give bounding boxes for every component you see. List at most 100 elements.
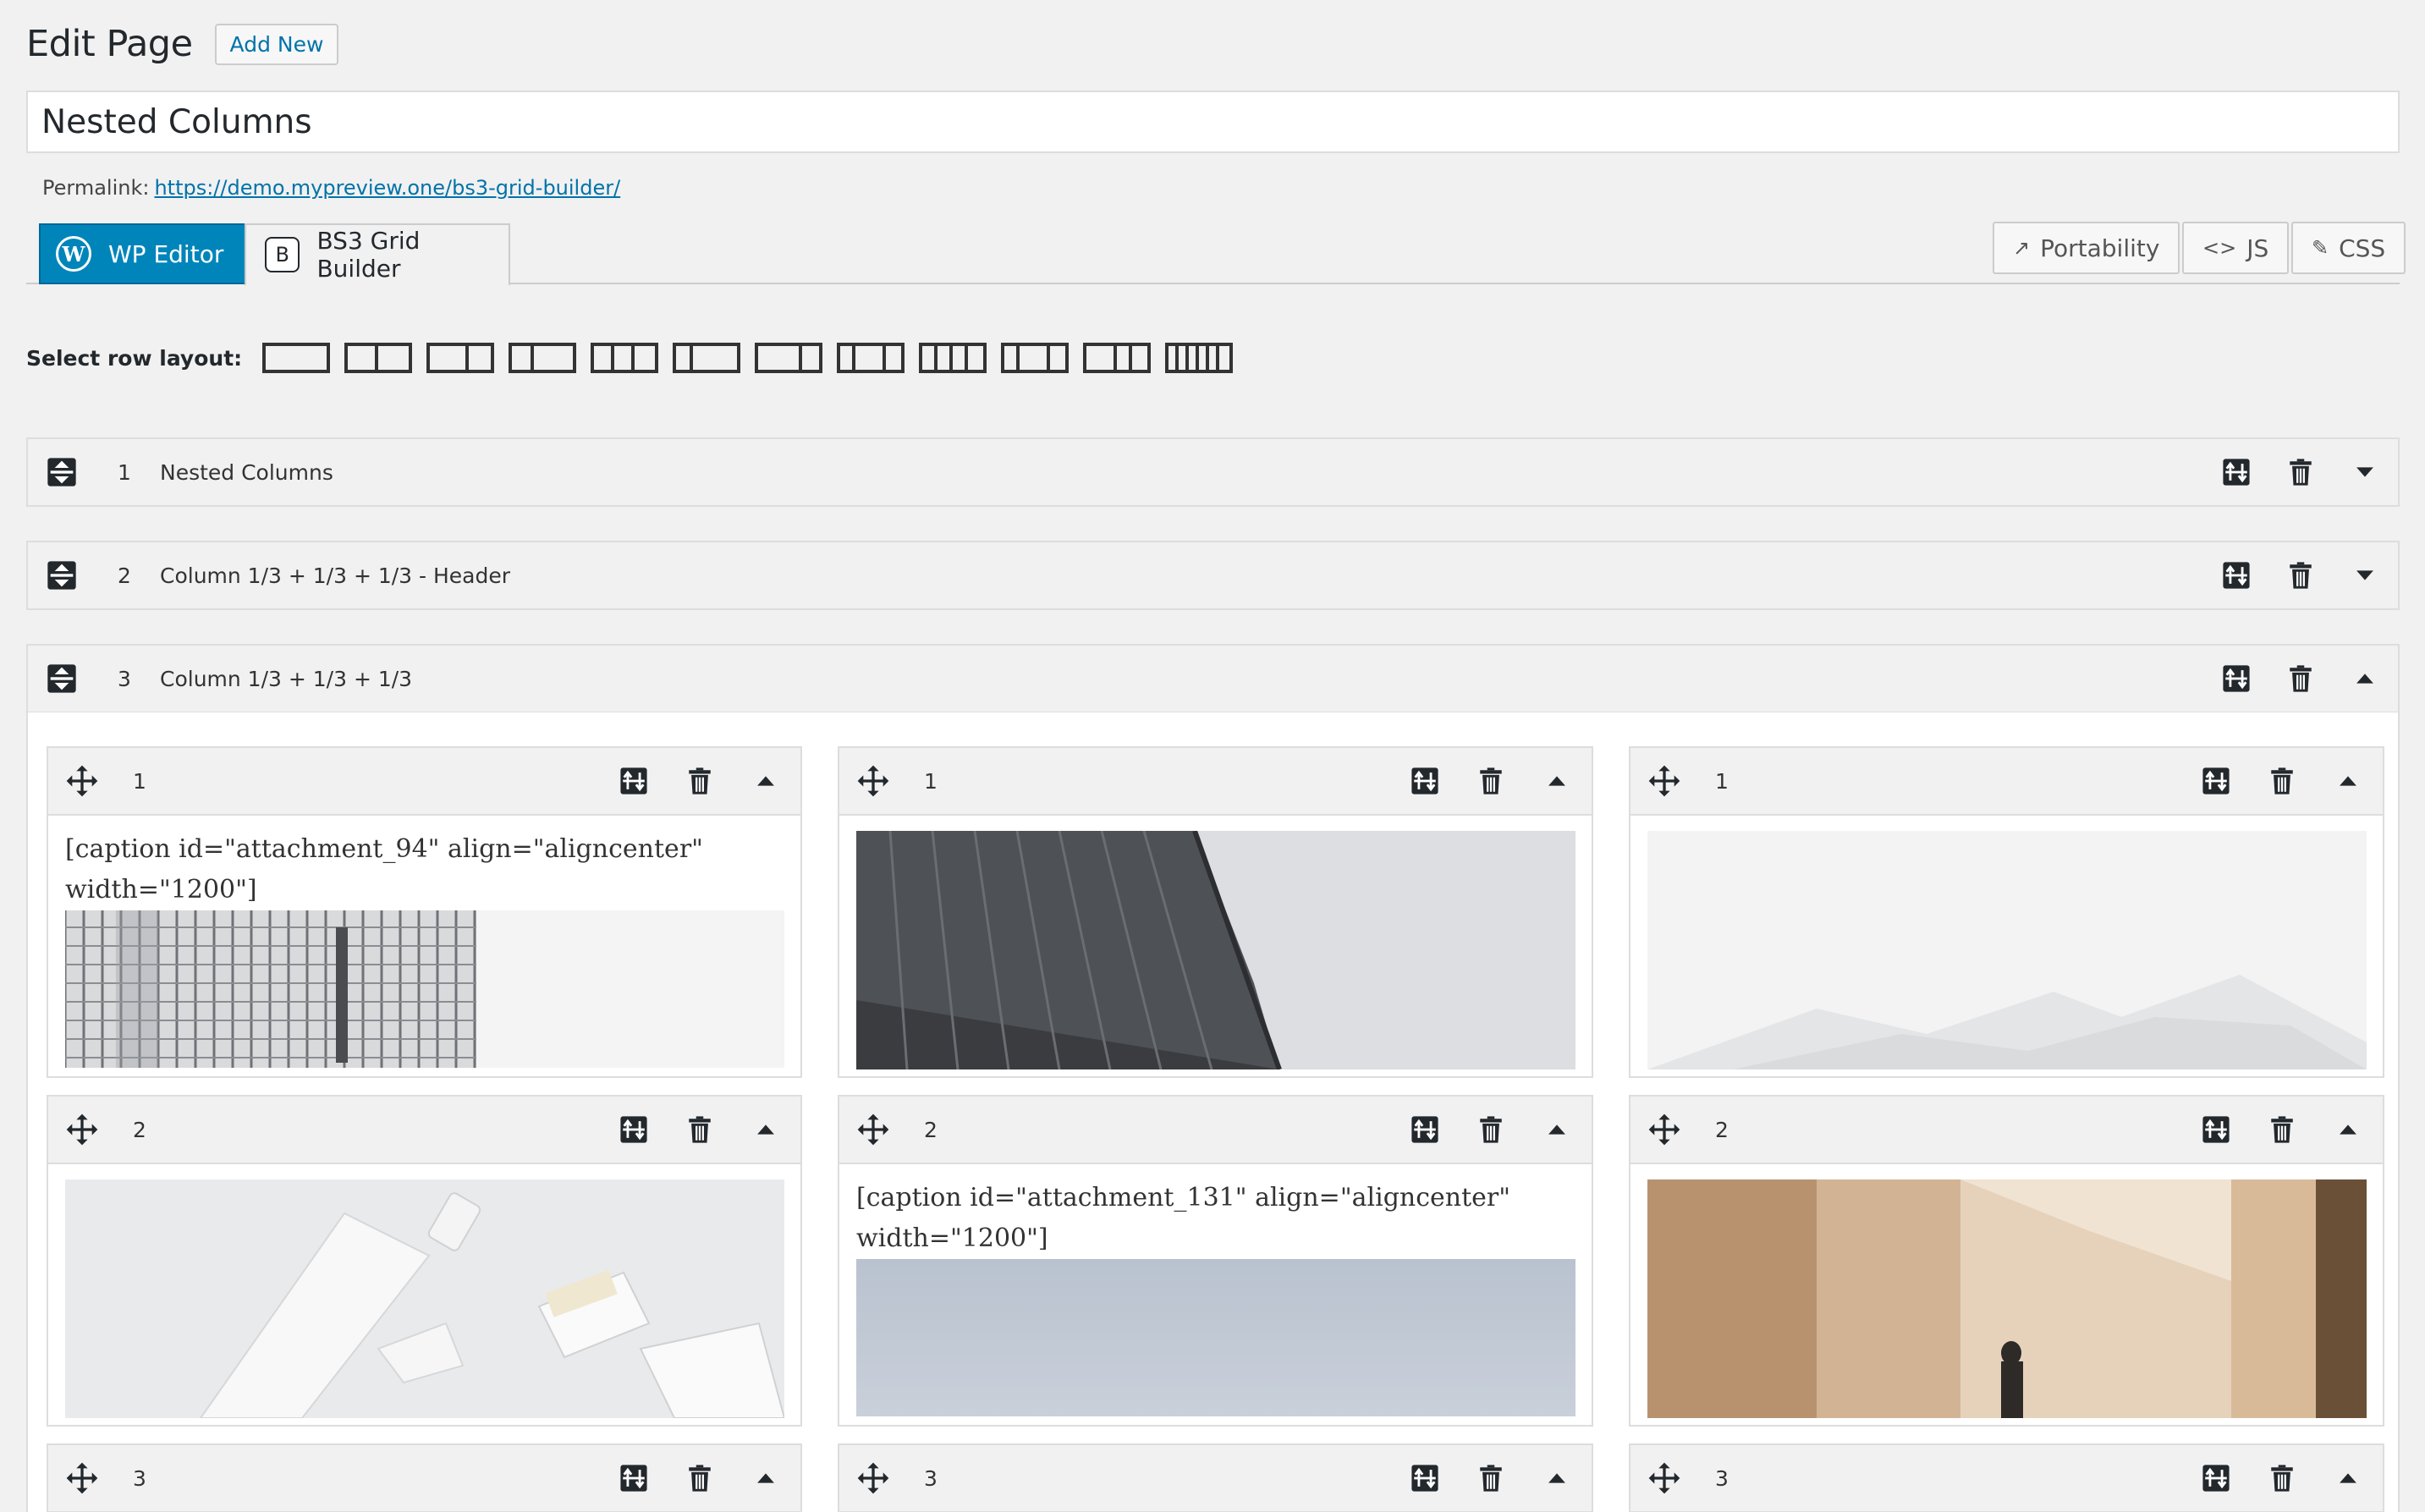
row-drag-icon[interactable]: [45, 662, 79, 696]
layout-option-3[interactable]: [426, 343, 495, 373]
move-icon[interactable]: [856, 764, 890, 798]
portability-button[interactable]: ↗ Portability: [1993, 222, 2180, 274]
column-content[interactable]: [839, 816, 1592, 1069]
layout-option-6[interactable]: [673, 343, 741, 373]
column-header: 2: [839, 1097, 1592, 1164]
move-icon[interactable]: [1647, 1113, 1681, 1146]
layout-option-11[interactable]: [1083, 343, 1152, 373]
permalink-link[interactable]: https://demo.mypreview.one/bs3-grid-buil…: [154, 176, 620, 200]
row-actions: [2186, 646, 2379, 712]
move-icon[interactable]: [856, 1113, 890, 1146]
column-content[interactable]: [1630, 1164, 2383, 1418]
settings-icon[interactable]: [619, 767, 648, 795]
interior-columns-image: [1647, 1179, 2367, 1418]
trash-icon[interactable]: [1476, 767, 1505, 795]
settings-icon[interactable]: [619, 1115, 648, 1144]
layout-option-1[interactable]: [262, 343, 331, 373]
settings-icon[interactable]: [619, 1464, 648, 1493]
trash-icon[interactable]: [1476, 1464, 1505, 1493]
trash-icon[interactable]: [685, 767, 714, 795]
column-header: 2: [48, 1097, 800, 1164]
move-icon[interactable]: [65, 1113, 99, 1146]
layout-option-12[interactable]: [1165, 343, 1234, 373]
settings-icon[interactable]: [2222, 664, 2251, 693]
chevron-up-icon[interactable]: [751, 1464, 780, 1493]
trash-icon[interactable]: [2286, 458, 2315, 487]
layout-option-8[interactable]: [837, 343, 905, 373]
column-actions: [2164, 1445, 2362, 1511]
tab-bs3-grid-builder[interactable]: B BS3 Grid Builder: [245, 223, 510, 286]
settings-icon[interactable]: [2202, 1464, 2230, 1493]
trash-icon[interactable]: [2286, 664, 2315, 693]
settings-icon[interactable]: [2222, 458, 2251, 487]
chevron-up-icon[interactable]: [2334, 1115, 2362, 1144]
column-number: 1: [133, 768, 146, 794]
row-layout-selector: Select row layout:: [26, 343, 1247, 373]
settings-icon[interactable]: [1410, 1115, 1439, 1144]
bootstrap-icon: B: [265, 237, 300, 272]
chevron-up-icon[interactable]: [1542, 1115, 1571, 1144]
settings-icon[interactable]: [2202, 1115, 2230, 1144]
chevron-up-icon[interactable]: [1542, 1464, 1571, 1493]
settings-icon[interactable]: [2202, 767, 2230, 795]
trash-icon[interactable]: [685, 1464, 714, 1493]
add-new-button[interactable]: Add New: [214, 23, 339, 65]
column-content[interactable]: [1630, 816, 2383, 1069]
trash-icon[interactable]: [2268, 1115, 2296, 1144]
column-actions: [582, 1097, 780, 1163]
chevron-up-icon[interactable]: [751, 1115, 780, 1144]
chevron-down-icon[interactable]: [2351, 561, 2379, 590]
layout-option-2[interactable]: [344, 343, 413, 373]
row-title: Column 1/3 + 1/3 + 1/3 - Header: [160, 563, 511, 588]
grid-row-1: 1 Nested Columns: [26, 437, 2400, 507]
column-header: 3: [48, 1445, 800, 1512]
column-content[interactable]: [48, 1164, 800, 1418]
move-icon[interactable]: [65, 764, 99, 798]
tab-wp-editor-label: WP Editor: [108, 239, 224, 268]
grid-row-3: 3 Column 1/3 + 1/3 + 1/3: [26, 644, 2400, 713]
settings-icon[interactable]: [1410, 1464, 1439, 1493]
chevron-up-icon[interactable]: [751, 767, 780, 795]
row-actions: [2186, 542, 2379, 608]
layout-option-5[interactable]: [591, 343, 659, 373]
js-button[interactable]: <> JS: [2182, 222, 2290, 274]
css-button[interactable]: ✎ CSS: [2291, 222, 2406, 274]
chevron-up-icon[interactable]: [2351, 664, 2379, 693]
column-number: 2: [133, 1117, 146, 1142]
row-number: 2: [118, 563, 131, 588]
tab-wp-editor[interactable]: W WP Editor: [39, 223, 259, 284]
chevron-up-icon[interactable]: [2334, 1464, 2362, 1493]
row-drag-icon[interactable]: [45, 455, 79, 489]
move-icon[interactable]: [1647, 764, 1681, 798]
permalink: Permalink: https://demo.mypreview.one/bs3…: [42, 176, 620, 200]
column-content[interactable]: [caption id="attachment_94" align="align…: [48, 816, 800, 1068]
layout-option-7[interactable]: [755, 343, 823, 373]
row-drag-icon[interactable]: [45, 558, 79, 592]
column-block: 1 [caption id="attachment_94" align="ali…: [47, 746, 802, 1078]
settings-icon[interactable]: [1410, 767, 1439, 795]
post-title-input[interactable]: Nested Columns: [26, 91, 2400, 153]
column-content[interactable]: [caption id="attachment_131" align="alig…: [839, 1164, 1592, 1416]
trash-icon[interactable]: [1476, 1115, 1505, 1144]
chevron-up-icon[interactable]: [2334, 767, 2362, 795]
layout-option-4[interactable]: [509, 343, 577, 373]
chevron-up-icon[interactable]: [1542, 767, 1571, 795]
trash-icon[interactable]: [2268, 767, 2296, 795]
column-actions: [2164, 1097, 2362, 1163]
wordpress-icon: W: [56, 236, 91, 272]
tab-bs3-label: BS3 Grid Builder: [316, 227, 421, 283]
trash-icon[interactable]: [2286, 561, 2315, 590]
trash-icon[interactable]: [685, 1115, 714, 1144]
settings-icon[interactable]: [2222, 561, 2251, 590]
column-header: 3: [839, 1445, 1592, 1512]
trash-icon[interactable]: [2268, 1464, 2296, 1493]
permalink-label: Permalink:: [42, 176, 150, 200]
chevron-down-icon[interactable]: [2351, 458, 2379, 487]
move-icon[interactable]: [856, 1461, 890, 1495]
portability-label: Portability: [2040, 234, 2160, 262]
move-icon[interactable]: [1647, 1461, 1681, 1495]
layout-option-10[interactable]: [1001, 343, 1070, 373]
column-number: 3: [1715, 1465, 1729, 1491]
layout-option-9[interactable]: [919, 343, 987, 373]
move-icon[interactable]: [65, 1461, 99, 1495]
